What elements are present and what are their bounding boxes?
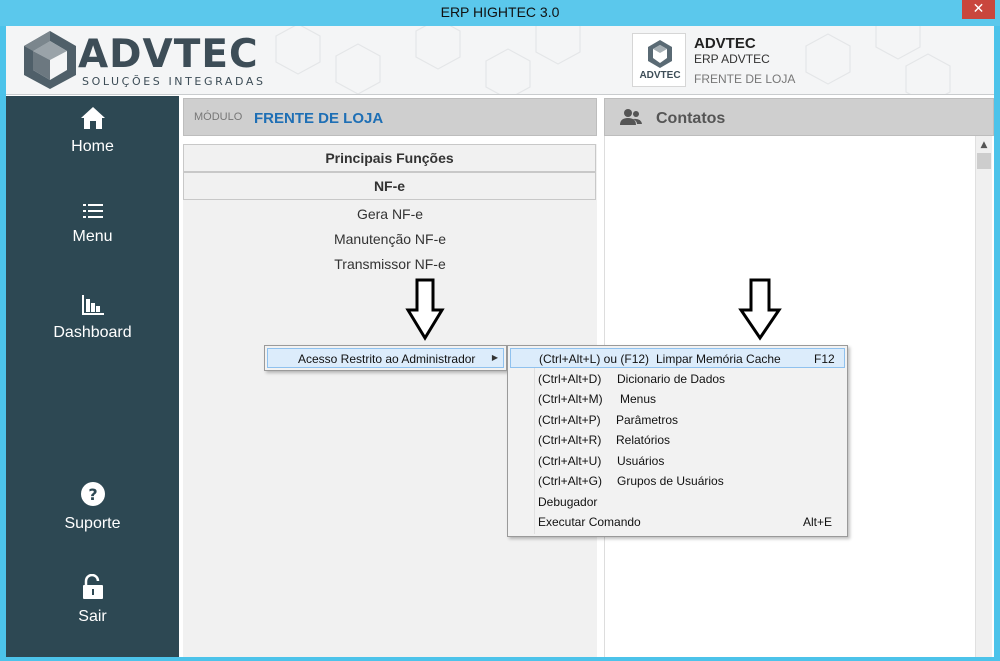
menu-item-shortcut: Alt+E bbox=[803, 515, 833, 529]
annotation-arrow-down-icon bbox=[405, 278, 445, 341]
menu-item-label: Parâmetros bbox=[616, 413, 679, 427]
list-icon bbox=[82, 204, 103, 218]
menu-item-keys: (Ctrl+Alt+G) bbox=[538, 474, 603, 488]
scroll-thumb[interactable] bbox=[977, 153, 991, 169]
contacts-header: Contatos bbox=[604, 98, 994, 136]
submenu-item-grupos-usuarios[interactable]: (Ctrl+Alt+G) Grupos de Usuários bbox=[510, 471, 845, 491]
sidebar-item-label: Suporte bbox=[64, 515, 121, 532]
unlock-icon bbox=[82, 574, 103, 599]
submenu-item-menus[interactable]: (Ctrl+Alt+M) Menus bbox=[510, 389, 845, 409]
home-icon bbox=[80, 107, 105, 129]
bar-chart-icon bbox=[81, 295, 104, 315]
menu-item-keys: (Ctrl+Alt+P) bbox=[538, 413, 601, 427]
submenu-item-executar-comando[interactable]: Executar Comando Alt+E bbox=[510, 512, 845, 532]
logo-wordmark: ADVTEC bbox=[78, 32, 259, 77]
menu-item-label: Executar Comando bbox=[538, 515, 641, 529]
menu-item-keys: (Ctrl+Alt+U) bbox=[538, 454, 602, 468]
submenu-arrow-icon: ▶ bbox=[491, 353, 498, 362]
function-manutencao-nfe[interactable]: Manutenção NF-e bbox=[183, 231, 597, 247]
app-window: ADVTEC SOLUÇÕES INTEGRADAS ADVTEC ADVTEC… bbox=[6, 26, 994, 657]
submenu-item-parametros[interactable]: (Ctrl+Alt+P) Parâmetros bbox=[510, 410, 845, 430]
module-label: MÓDULO bbox=[194, 111, 243, 123]
sidebar-item-suporte[interactable]: ? Suporte bbox=[6, 481, 179, 533]
company-name: ADVTEC bbox=[694, 35, 756, 52]
company-logo-text: ADVTEC bbox=[639, 70, 681, 81]
company-system: ERP ADVTEC bbox=[694, 52, 770, 66]
close-button[interactable]: ✕ bbox=[962, 0, 995, 19]
module-name: FRENTE DE LOJA bbox=[254, 110, 384, 127]
company-logo-mark bbox=[648, 40, 672, 68]
company-module: FRENTE DE LOJA bbox=[694, 72, 796, 86]
sidebar-item-menu[interactable]: Menu bbox=[6, 202, 179, 246]
menu-item-keys: (Ctrl+Alt+R) bbox=[538, 433, 602, 447]
menu-item-keys: (Ctrl+Alt+D) bbox=[538, 372, 602, 386]
annotation-arrow-down-icon bbox=[738, 278, 782, 341]
window-titlebar: ERP HIGHTEC 3.0 ✕ bbox=[0, 0, 1000, 26]
menu-item-keys: (Ctrl+Alt+L) ou (F12) bbox=[539, 352, 650, 366]
sidebar-item-label: Menu bbox=[72, 228, 113, 245]
menu-item-label: Menus bbox=[620, 392, 657, 406]
sidebar: Home Menu Dashboard ? Suporte Sair bbox=[6, 96, 179, 657]
company-logo: ADVTEC bbox=[632, 33, 686, 87]
module-bar: MÓDULO FRENTE DE LOJA bbox=[183, 98, 597, 136]
menu-item-label: Limpar Memória Cache bbox=[656, 352, 781, 366]
menu-item-label: Acesso Restrito ao Administrador bbox=[298, 352, 476, 366]
function-gera-nfe[interactable]: Gera NF-e bbox=[183, 206, 597, 222]
menu-item-label: Relatórios bbox=[616, 433, 671, 447]
sidebar-item-dashboard[interactable]: Dashboard bbox=[6, 294, 179, 342]
sidebar-item-label: Dashboard bbox=[53, 324, 132, 341]
logo-tagline: SOLUÇÕES INTEGRADAS bbox=[82, 75, 266, 88]
scroll-up-arrow[interactable]: ▲ bbox=[976, 137, 992, 153]
context-menu: Acesso Restrito ao Administrador ▶ bbox=[264, 345, 507, 371]
nfe-section-header[interactable]: NF-e bbox=[183, 172, 596, 200]
sidebar-item-sair[interactable]: Sair bbox=[6, 574, 179, 626]
menu-item-label: Dicionario de Dados bbox=[617, 372, 726, 386]
submenu-item-relatorios[interactable]: (Ctrl+Alt+R) Relatórios bbox=[510, 430, 845, 450]
menu-item-keys: (Ctrl+Alt+M) bbox=[538, 392, 603, 406]
window-title: ERP HIGHTEC 3.0 bbox=[440, 4, 560, 20]
menu-item-label: Usuários bbox=[617, 454, 665, 468]
sidebar-item-label: Home bbox=[71, 138, 114, 155]
svg-text:?: ? bbox=[88, 485, 97, 504]
menu-item-shortcut: F12 bbox=[814, 352, 835, 366]
menu-item-label: Debugador bbox=[538, 495, 598, 509]
menu-item-label: Grupos de Usuários bbox=[617, 474, 724, 488]
contacts-scrollbar[interactable]: ▲ bbox=[975, 136, 992, 657]
contacts-title: Contatos bbox=[656, 110, 726, 127]
app-header: ADVTEC SOLUÇÕES INTEGRADAS ADVTEC ADVTEC… bbox=[6, 26, 994, 95]
submenu-item-usuarios[interactable]: (Ctrl+Alt+U) Usuários bbox=[510, 451, 845, 471]
functions-heading: Principais Funções bbox=[183, 144, 596, 172]
sidebar-item-label: Sair bbox=[78, 608, 107, 625]
contacts-icon bbox=[620, 109, 642, 125]
submenu-item-limpar-cache[interactable]: (Ctrl+Alt+L) ou (F12) Limpar Memória Cac… bbox=[510, 348, 845, 368]
sidebar-item-home[interactable]: Home bbox=[6, 106, 179, 156]
admin-submenu: (Ctrl+Alt+L) ou (F12) Limpar Memória Cac… bbox=[507, 345, 848, 537]
question-icon: ? bbox=[80, 482, 105, 506]
submenu-item-debugador[interactable]: Debugador bbox=[510, 492, 845, 512]
advtec-logo-mark bbox=[24, 31, 76, 89]
menu-item-acesso-restrito[interactable]: Acesso Restrito ao Administrador ▶ bbox=[267, 348, 504, 368]
function-transmissor-nfe[interactable]: Transmissor NF-e bbox=[183, 256, 597, 272]
submenu-item-dicionario[interactable]: (Ctrl+Alt+D) Dicionario de Dados bbox=[510, 369, 845, 389]
